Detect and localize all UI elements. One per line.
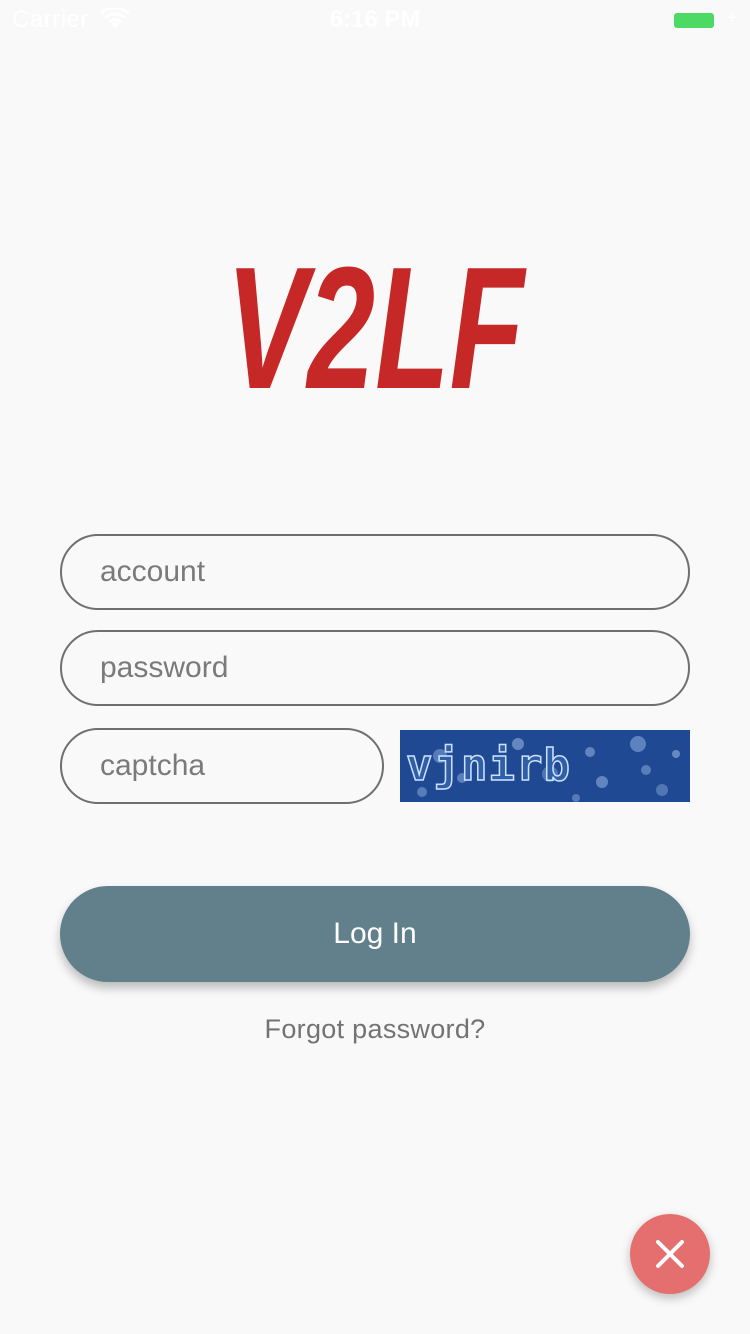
close-button[interactable] — [630, 1214, 710, 1294]
login-button[interactable]: Log In — [60, 886, 690, 982]
forgot-password-link[interactable]: Forgot password? — [0, 1014, 750, 1045]
account-input[interactable] — [60, 534, 690, 610]
captcha-text: vjnirb — [405, 739, 571, 792]
captcha-input[interactable] — [60, 728, 384, 804]
close-icon — [656, 1240, 684, 1268]
logo-text: V2LF — [226, 252, 527, 398]
battery-icon — [674, 13, 714, 28]
login-screen: Carrier 6:16 PM + V2LF account captcha v… — [0, 0, 750, 1334]
charging-icon: + — [726, 7, 738, 29]
status-bar: Carrier 6:16 PM + — [0, 0, 750, 40]
captcha-image[interactable]: vjnirb — [400, 730, 690, 802]
v2lf-logo: V2LF — [226, 252, 527, 398]
password-input[interactable] — [60, 630, 690, 706]
status-time: 6:16 PM — [329, 6, 421, 33]
